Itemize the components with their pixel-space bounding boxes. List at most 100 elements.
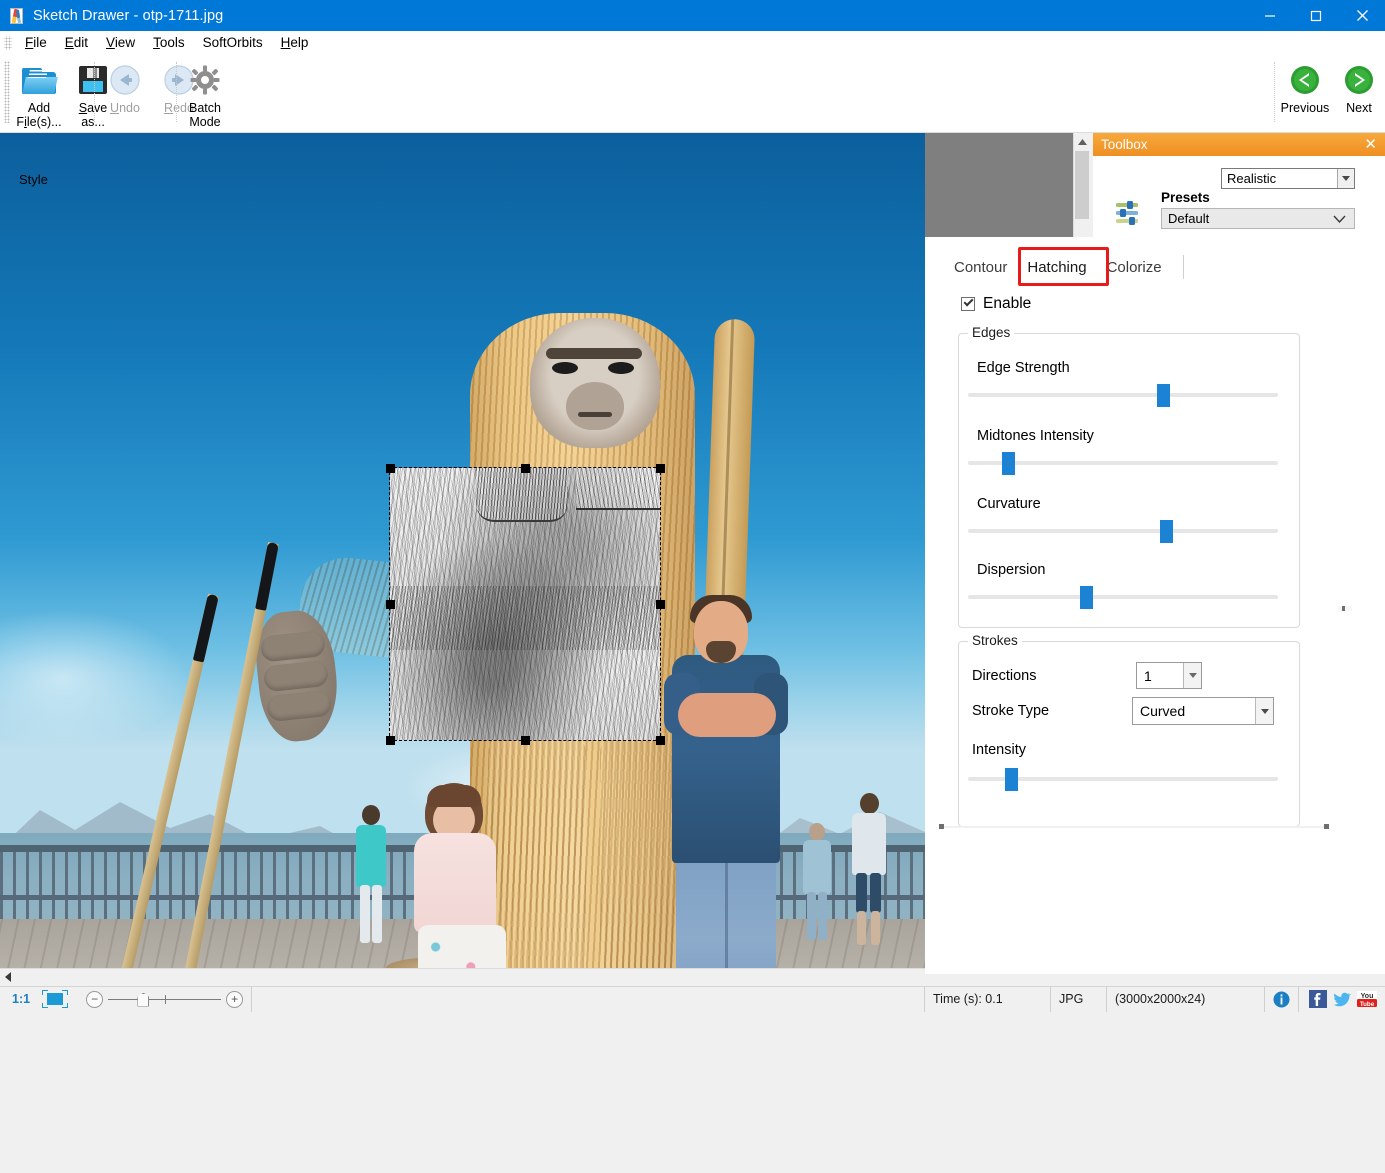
edges-group-title: Edges	[968, 325, 1015, 340]
tab-contour[interactable]: Contour	[944, 255, 1017, 281]
presets-dropdown[interactable]: Default	[1161, 208, 1355, 229]
girl-sweater	[414, 833, 496, 933]
edge-strength-slider[interactable]	[968, 384, 1278, 407]
close-icon[interactable]: ✕	[1364, 137, 1377, 152]
window-title: Sketch Drawer - otp-1711.jpg	[33, 7, 224, 24]
chevron-down-icon[interactable]	[1337, 169, 1354, 188]
zoom-ratio-label: 1:1	[12, 992, 31, 1006]
selection-handle-nw[interactable]	[386, 464, 395, 473]
zoom-out-button[interactable]: −	[86, 990, 104, 1008]
info-icon[interactable]	[1265, 986, 1299, 1012]
undo-button[interactable]: Undo	[98, 58, 152, 115]
scroll-left-button[interactable]	[0, 969, 17, 985]
vertical-scroll-thumb[interactable]	[1075, 151, 1089, 219]
selection-handle-w[interactable]	[386, 600, 395, 609]
hatching-properties-panel: Contour Hatching Colorize Enable Edges E…	[925, 237, 1385, 974]
directions-spinner[interactable]: 1	[1136, 662, 1202, 689]
selection-handle-se[interactable]	[656, 736, 665, 745]
panel-resize-marker[interactable]	[1338, 606, 1352, 611]
horizontal-scroll-track[interactable]	[18, 970, 1072, 984]
menu-grip[interactable]	[4, 35, 12, 50]
enable-checkbox-row[interactable]: Enable	[961, 295, 1031, 313]
maximize-button[interactable]	[1293, 0, 1339, 31]
yeti-statue-head	[530, 318, 660, 448]
toolbar: Add File(s)... Save as... Undo Redo Batc…	[0, 54, 1385, 179]
next-button[interactable]: Next	[1332, 58, 1385, 115]
menu-tools[interactable]: Tools	[144, 33, 194, 52]
twitter-icon[interactable]	[1333, 990, 1352, 1008]
next-label: Next	[1346, 101, 1372, 115]
dispersion-label: Dispersion	[977, 562, 1046, 578]
canvas-horizontal-scrollbar[interactable]	[0, 968, 1073, 985]
background-person	[800, 823, 836, 941]
stroke-type-dropdown[interactable]: Curved	[1132, 697, 1274, 725]
tab-colorize[interactable]: Colorize	[1097, 255, 1172, 281]
image-canvas[interactable]	[0, 133, 1073, 974]
selection-handle-s[interactable]	[521, 736, 530, 745]
panel-horizontal-scroll[interactable]	[939, 823, 1329, 831]
chevron-down-icon[interactable]	[1333, 210, 1346, 228]
dispersion-slider[interactable]	[968, 586, 1278, 609]
batch-mode-label-line2: Mode	[189, 115, 221, 129]
processing-time-label: Time (s): 0.1	[925, 986, 1051, 1012]
tab-bar: Contour Hatching Colorize	[944, 255, 1172, 281]
add-files-label-line2: File(s)...	[16, 115, 62, 129]
selection-handle-n[interactable]	[521, 464, 530, 473]
tab-hatching[interactable]: Hatching	[1017, 255, 1096, 281]
fit-to-screen-icon[interactable]	[38, 987, 78, 1012]
file-format-label: JPG	[1051, 986, 1107, 1012]
midtones-intensity-slider[interactable]	[968, 452, 1278, 475]
facebook-icon[interactable]	[1309, 990, 1327, 1008]
zoom-slider-track[interactable]	[108, 991, 222, 1008]
enable-checkbox[interactable]	[961, 296, 975, 311]
toolbar-separator-3	[1274, 62, 1275, 122]
slider-thumb[interactable]	[1157, 384, 1171, 407]
add-files-button[interactable]: Add File(s)...	[12, 58, 66, 129]
save-as-label-line2: as...	[81, 115, 105, 129]
toolbar-group-batch: Batch Mode	[178, 58, 232, 129]
chevron-down-icon[interactable]	[1255, 698, 1273, 724]
green-right-arrow-icon	[1344, 62, 1374, 98]
toolbar-separator-2	[176, 62, 177, 122]
photo-preview[interactable]	[0, 133, 925, 974]
curvature-slider[interactable]	[968, 520, 1278, 543]
zoom-slider[interactable]: − +	[78, 986, 253, 1012]
intensity-slider[interactable]	[968, 768, 1278, 791]
menu-file[interactable]: File	[16, 33, 56, 52]
undo-label: Undo	[110, 101, 140, 115]
menu-bar: File Edit View Tools SoftOrbits Help	[0, 31, 1385, 54]
toolbox-titlebar: Toolbox ✕	[1093, 133, 1385, 156]
presets-value: Default	[1168, 211, 1210, 226]
man-jeans	[676, 855, 776, 974]
menu-help[interactable]: Help	[272, 33, 318, 52]
chevron-down-icon[interactable]	[1183, 663, 1201, 688]
scroll-up-button[interactable]	[1074, 133, 1090, 150]
svg-text:Tube: Tube	[1360, 1001, 1375, 1008]
previous-button[interactable]: Previous	[1278, 58, 1332, 115]
minimize-button[interactable]	[1247, 0, 1293, 31]
menu-view[interactable]: View	[97, 33, 144, 52]
batch-mode-button[interactable]: Batch Mode	[178, 58, 232, 129]
zoom-slider-knob[interactable]	[137, 992, 150, 1007]
zoom-in-button[interactable]: +	[226, 990, 244, 1008]
slider-thumb[interactable]	[1079, 586, 1093, 609]
selection-handle-e[interactable]	[656, 600, 665, 609]
intensity-label: Intensity	[972, 742, 1026, 758]
slider-thumb[interactable]	[1002, 452, 1016, 475]
tab-divider	[1183, 255, 1184, 279]
slider-thumb[interactable]	[1005, 768, 1019, 791]
youtube-icon[interactable]: You Tube	[1357, 990, 1377, 1008]
toolbox-title-label: Toolbox	[1101, 137, 1148, 152]
selection-handle-sw[interactable]	[386, 736, 395, 745]
toolbar-grip[interactable]	[4, 61, 10, 123]
slider-thumb[interactable]	[1160, 520, 1174, 543]
menu-edit[interactable]: Edit	[56, 33, 97, 52]
style-dropdown[interactable]: Realistic	[1221, 168, 1355, 189]
menu-softorbits[interactable]: SoftOrbits	[194, 33, 272, 52]
style-label: Style	[19, 172, 48, 187]
background-person	[848, 793, 892, 945]
sketch-preview-selection[interactable]	[389, 467, 661, 741]
selection-handle-ne[interactable]	[656, 464, 665, 473]
folder-icon	[22, 62, 58, 98]
close-button[interactable]	[1339, 0, 1385, 31]
